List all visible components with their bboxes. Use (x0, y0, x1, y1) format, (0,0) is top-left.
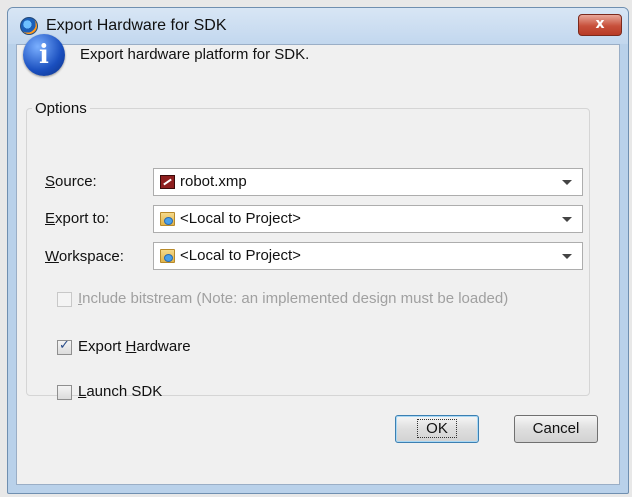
app-logo-icon (20, 17, 38, 35)
ok-button[interactable]: OK (395, 415, 479, 443)
xmp-file-icon (160, 175, 175, 189)
launch-sdk-checkbox[interactable] (57, 385, 72, 400)
source-value: robot.xmp (180, 173, 247, 190)
workspace-combobox[interactable]: <Local to Project> (153, 242, 583, 270)
title-bar[interactable]: Export Hardware for SDK x (8, 8, 628, 44)
close-button[interactable]: x (578, 14, 622, 36)
workspace-label: Workspace: (45, 248, 124, 265)
export-hardware-label: Export Hardware (78, 338, 191, 355)
options-legend: Options (32, 100, 90, 117)
folder-icon (160, 249, 175, 263)
chevron-down-icon[interactable] (562, 217, 572, 222)
export-to-value: <Local to Project> (180, 210, 301, 227)
export-to-label: Export to: (45, 210, 110, 227)
include-bitstream-checkbox[interactable] (57, 292, 72, 307)
workspace-value: <Local to Project> (180, 247, 301, 264)
info-icon: i (23, 34, 65, 76)
folder-icon (160, 212, 175, 226)
launch-sdk-label: Launch SDK (78, 383, 163, 400)
source-label: Source: (45, 173, 97, 190)
export-hardware-checkbox[interactable] (57, 338, 72, 355)
window-title: Export Hardware for SDK (46, 17, 227, 34)
info-message: Export hardware platform for SDK. (80, 46, 310, 63)
cancel-button[interactable]: Cancel (514, 415, 598, 443)
include-bitstream-label: Include bitstream (Note: an implemented … (78, 290, 509, 307)
source-combobox[interactable]: robot.xmp (153, 168, 583, 196)
chevron-down-icon[interactable] (562, 180, 572, 185)
chevron-down-icon[interactable] (562, 254, 572, 259)
export-to-combobox[interactable]: <Local to Project> (153, 205, 583, 233)
